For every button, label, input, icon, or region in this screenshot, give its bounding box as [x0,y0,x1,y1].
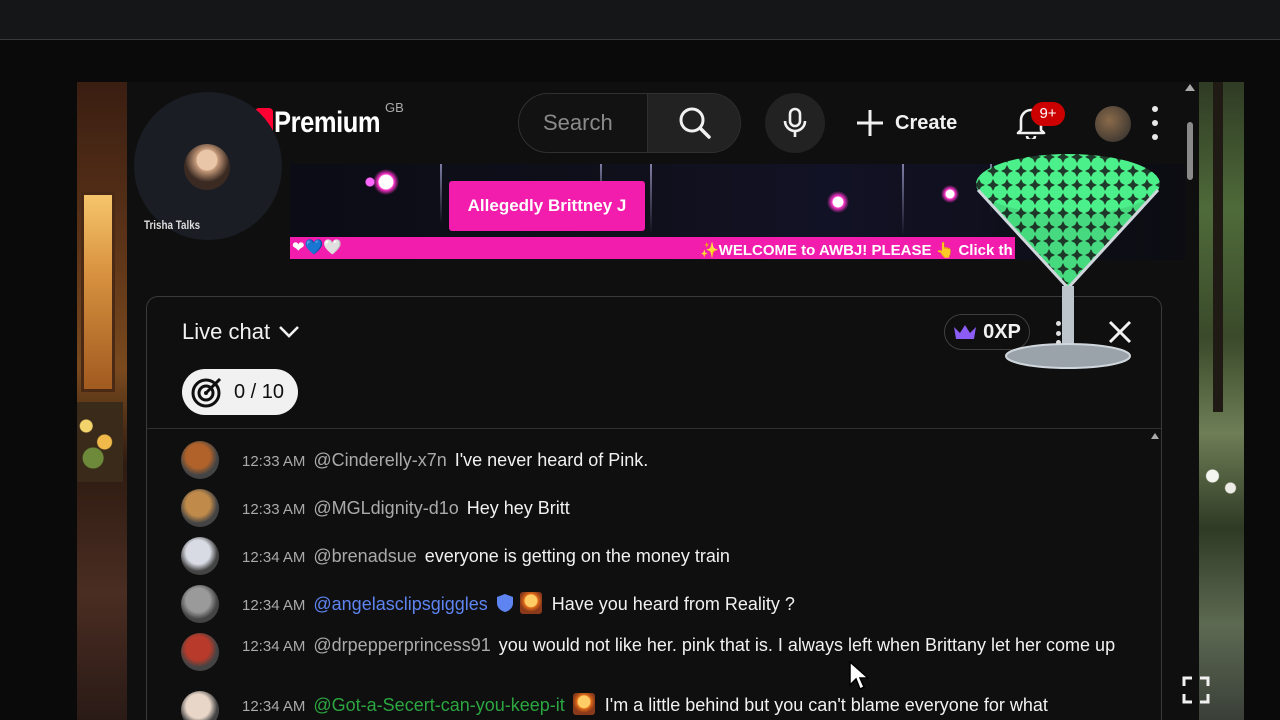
stream-title-pill: Allegedly Brittney J [449,181,645,231]
streamer-webcam-circle: Trisha Talks [134,92,282,240]
chat-message[interactable]: 12:33 AM @Cinderelly-x7n I've never heard … [147,441,1147,485]
page-scroll-up-arrow[interactable] [1185,84,1195,91]
user-avatar[interactable] [181,489,219,527]
martini-glass-overlay-icon [976,154,1160,369]
message-time: 12:34 AM [242,597,306,614]
dot-icon [1152,134,1158,140]
member-badge-icon [572,693,595,715]
page-scrollbar[interactable] [1187,122,1193,180]
voice-search-button[interactable] [765,93,825,153]
streamer-face-image [184,144,230,190]
cabin-window-image [81,192,115,392]
chat-title: Live chat [182,319,271,344]
chat-message[interactable]: 12:34 AM @angelasclipsgiggles Have you hea… [147,585,1147,629]
chat-scroll-up-arrow[interactable] [1151,433,1159,439]
search-button[interactable] [647,94,740,152]
background-forest-scene [1199,82,1244,720]
chat-message[interactable]: 12:34 AM @drpepperprincess91 you would not… [147,631,1147,687]
notification-count-badge: 9+ [1031,102,1065,126]
search-icon [679,107,711,139]
user-avatar[interactable] [181,633,219,671]
user-avatar[interactable] [181,537,219,575]
flower-pot-image [77,402,123,482]
message-text: you would not like her. pink that is. I … [498,635,1116,655]
message-author[interactable]: @MGLdignity-d1o [313,498,458,518]
message-author[interactable]: @Cinderelly-x7n [313,450,446,470]
create-button[interactable]: Create [855,102,957,144]
message-author[interactable]: @Got-a-Secert-can-you-keep-it [313,695,564,715]
account-avatar[interactable] [1095,106,1131,142]
streamer-name: Trisha Talks [144,218,201,232]
search-box [518,93,741,153]
message-text: I'm a little behind but you can't blame … [604,695,1048,715]
message-text: Have you heard from Reality ? [551,594,795,614]
masthead-more-button[interactable] [1145,106,1165,140]
moderator-shield-icon [496,594,513,612]
tree-trunk-image [1213,82,1223,412]
message-author[interactable]: @brenadsue [313,546,416,566]
user-avatar[interactable] [181,441,219,479]
ticker-hearts: ❤💙🤍 [292,239,342,256]
message-time: 12:33 AM [242,453,306,470]
welcome-ticker: ❤💙🤍 ✨WELCOME to AWBJ! PLEASE 👆 Click th [290,237,1015,259]
message-time: 12:34 AM [242,698,306,715]
chat-message[interactable]: 12:34 AM @brenadsue everyone is getting on… [147,537,1147,581]
chat-message[interactable]: 12:34 AM @Got-a-Secert-can-you-keep-it I'm… [147,691,1147,720]
browser-top-bar [0,0,1280,40]
user-avatar[interactable] [181,585,219,623]
chat-message[interactable]: 12:33 AM @MGLdignity-d1o Hey hey Britt [147,489,1147,533]
background-cabin-scene [77,82,127,720]
plus-icon [857,110,883,136]
chat-goal-button[interactable]: 0 / 10 [182,369,298,415]
chevron-down-icon [279,326,299,338]
dot-icon [1152,106,1158,112]
dot-icon [1152,120,1158,126]
goal-progress: 0 / 10 [234,380,285,403]
search-input[interactable] [519,94,647,152]
message-author[interactable]: @angelasclipsgiggles [313,594,487,614]
message-time: 12:33 AM [242,501,306,518]
message-time: 12:34 AM [242,638,306,655]
chat-mode-dropdown[interactable]: Live chat [182,319,300,345]
message-author[interactable]: @drpepperprincess91 [313,635,490,655]
member-badge-icon [519,592,542,614]
ticker-text: ✨WELCOME to AWBJ! PLEASE 👆 Click th [700,242,1013,259]
message-text: Hey hey Britt [466,498,570,518]
message-text: I've never heard of Pink. [454,450,649,470]
create-label: Create [895,111,958,134]
white-flowers-image [1199,452,1244,512]
fullscreen-icon[interactable] [1182,676,1210,704]
logo-text[interactable]: Premium [274,106,381,140]
microphone-icon [783,107,807,137]
mouse-pointer-icon [849,661,869,691]
message-text: everyone is getting on the money train [424,546,730,566]
message-time: 12:34 AM [242,549,306,566]
target-icon [191,377,222,408]
user-avatar[interactable] [181,691,219,720]
region-label: GB [385,100,404,115]
